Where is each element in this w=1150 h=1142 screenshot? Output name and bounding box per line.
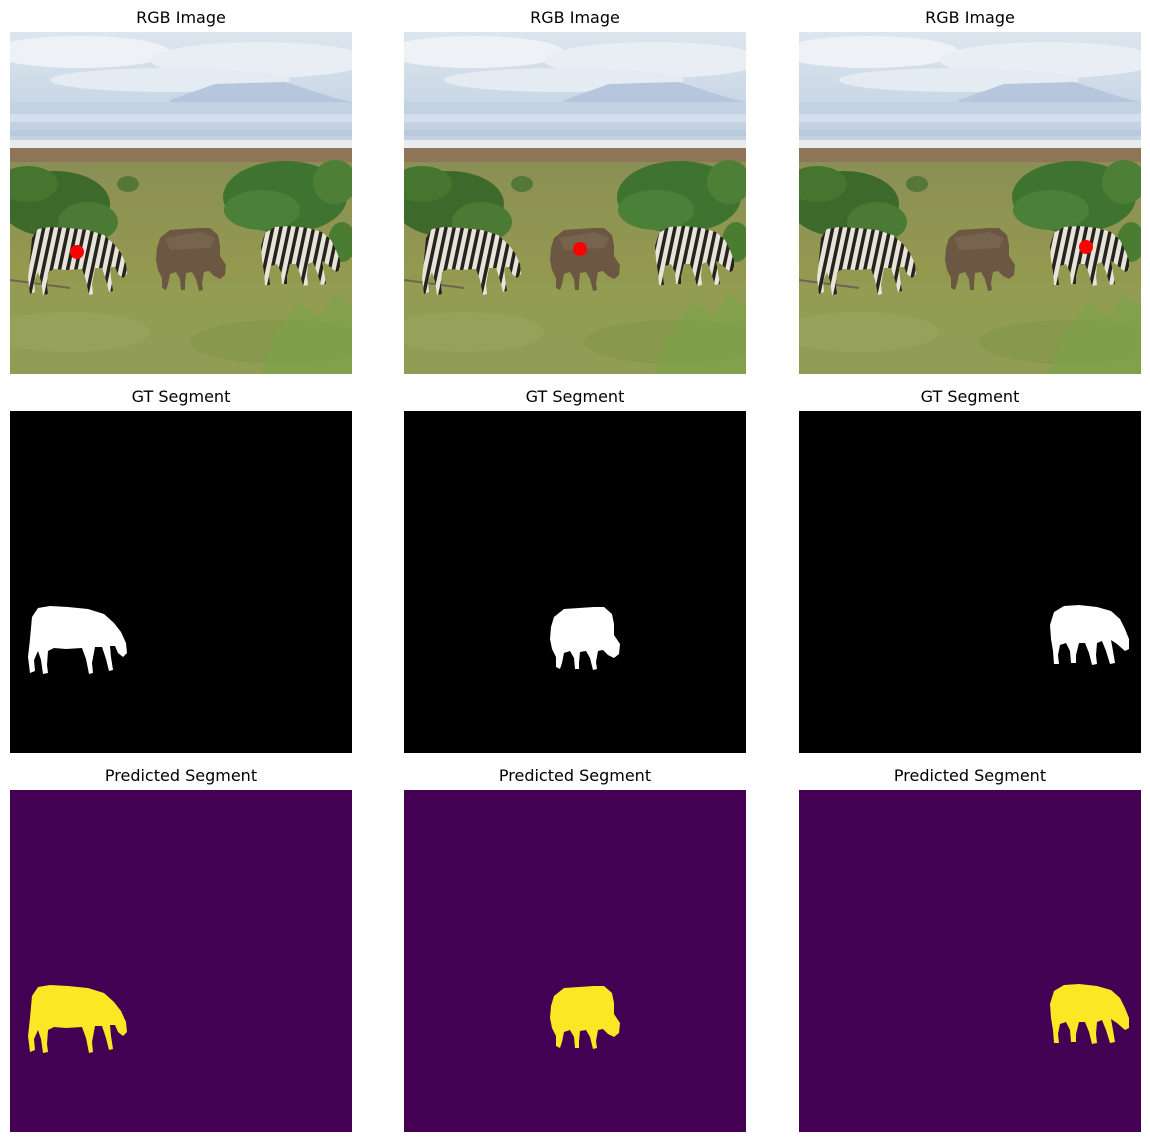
savanna-scene-wildebeest xyxy=(404,32,746,374)
gt-mask-panel-1 xyxy=(10,411,352,753)
gt-title-2: GT Segment xyxy=(525,387,625,406)
gt-mask-wildebeest xyxy=(404,411,746,753)
gt-mask-panel-3 xyxy=(799,411,1141,753)
pred-mask-panel-2 xyxy=(404,790,746,1132)
rgb-title-3: RGB Image xyxy=(925,8,1015,27)
pred-mask-panel-1 xyxy=(10,790,352,1132)
rgb-title-2: RGB Image xyxy=(530,8,620,27)
gt-title-3: GT Segment xyxy=(920,387,1020,406)
pred-title-1: Predicted Segment xyxy=(104,766,258,785)
savanna-scene-right-zebra xyxy=(799,32,1141,374)
gt-title-1: GT Segment xyxy=(131,387,231,406)
rgb-image-panel-3 xyxy=(799,32,1141,374)
pred-title-2: Predicted Segment xyxy=(498,766,652,785)
savanna-scene-left-zebra xyxy=(10,32,352,374)
rgb-title-1: RGB Image xyxy=(136,8,226,27)
gt-mask-right-zebra xyxy=(799,411,1141,753)
pred-mask-panel-3 xyxy=(799,790,1141,1132)
pred-mask-left-zebra xyxy=(10,790,352,1132)
gt-mask-panel-2 xyxy=(404,411,746,753)
pred-mask-right-zebra xyxy=(799,790,1141,1132)
rgb-image-panel-2 xyxy=(404,32,746,374)
rgb-image-panel-1 xyxy=(10,32,352,374)
gt-mask-left-zebra xyxy=(10,411,352,753)
pred-mask-wildebeest xyxy=(404,790,746,1132)
pred-title-3: Predicted Segment xyxy=(893,766,1047,785)
